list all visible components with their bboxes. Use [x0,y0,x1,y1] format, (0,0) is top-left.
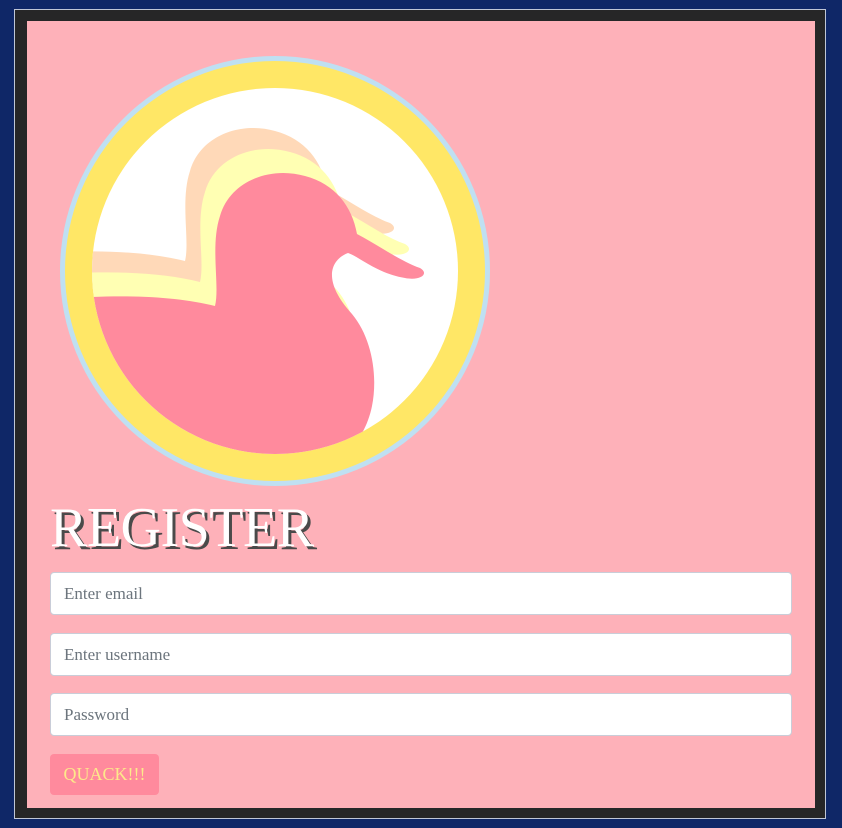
password-field[interactable] [50,693,792,736]
page-title: REGISTER [50,497,314,559]
register-panel: REGISTER QUACK!!! [27,21,815,808]
duck-logo-icon [60,56,490,486]
email-field[interactable] [50,572,792,615]
username-field[interactable] [50,633,792,676]
quack-submit-button[interactable]: QUACK!!! [50,754,159,795]
